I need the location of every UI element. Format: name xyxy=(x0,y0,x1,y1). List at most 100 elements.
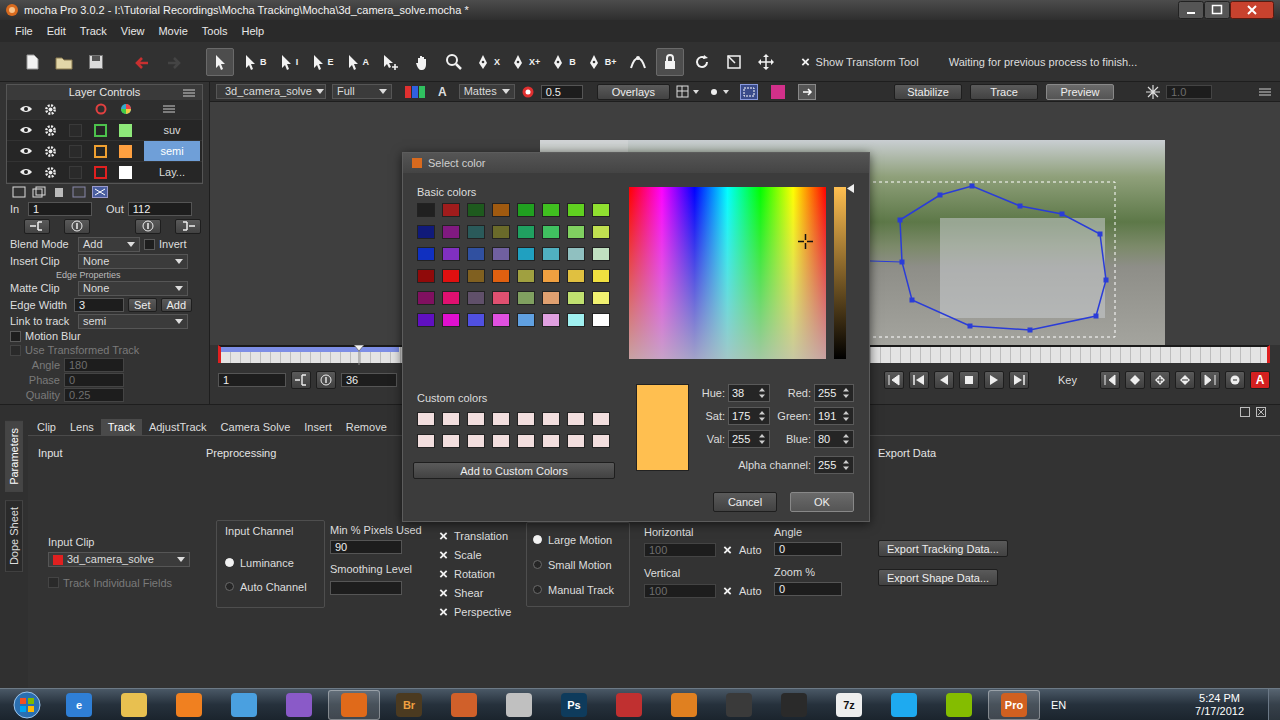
offset-field[interactable]: 0 xyxy=(774,542,842,556)
radio-button[interactable] xyxy=(225,558,234,567)
checkbox[interactable] xyxy=(438,549,449,560)
color-swatch[interactable] xyxy=(517,225,535,239)
color-swatch[interactable] xyxy=(492,291,510,305)
pen-tool[interactable]: B+ xyxy=(583,48,620,76)
layer-row[interactable]: Lay... xyxy=(7,162,202,183)
lock-box[interactable] xyxy=(69,166,82,179)
folder-tool[interactable] xyxy=(50,48,78,76)
color-swatch[interactable] xyxy=(542,291,560,305)
blur-field[interactable]: 0 xyxy=(64,373,124,387)
checkbox[interactable] xyxy=(10,345,21,356)
color-swatch[interactable] xyxy=(417,313,435,327)
show-desktop[interactable] xyxy=(1268,689,1280,720)
module-tab[interactable]: Camera Solve xyxy=(214,419,298,435)
link-track-dropdown[interactable]: semi xyxy=(78,314,188,329)
checkbox[interactable] xyxy=(48,577,59,588)
color-swatch[interactable] xyxy=(467,247,485,261)
in-field[interactable]: 1 xyxy=(28,202,92,216)
value-slider[interactable] xyxy=(834,187,846,359)
curve-tool[interactable] xyxy=(624,48,652,76)
blur-field[interactable]: 0.25 xyxy=(64,388,124,402)
checkbox[interactable] xyxy=(722,544,733,555)
color-swatch[interactable] xyxy=(442,291,460,305)
close-panel-icon[interactable] xyxy=(1256,407,1266,417)
export-button[interactable]: Export Tracking Data... xyxy=(878,540,1008,557)
menu-item[interactable]: Movie xyxy=(151,25,194,37)
taskbar-button[interactable] xyxy=(218,690,270,720)
spin-arrows-icon[interactable] xyxy=(759,434,767,444)
alpha-button[interactable]: A xyxy=(432,85,453,99)
spin-arrows-icon[interactable] xyxy=(843,460,851,470)
float-panel-icon[interactable] xyxy=(1240,407,1250,417)
checkbox[interactable] xyxy=(144,239,155,250)
color-swatch[interactable] xyxy=(467,313,485,327)
spin-arrows-icon[interactable] xyxy=(843,434,851,444)
resolution-dropdown[interactable]: Full xyxy=(332,84,392,99)
overlays-button[interactable]: Overlays xyxy=(597,84,670,100)
module-tab[interactable]: Clip xyxy=(30,419,63,435)
custom-swatch[interactable] xyxy=(467,434,485,448)
custom-swatch[interactable] xyxy=(492,412,510,426)
go-in-button[interactable] xyxy=(64,219,90,234)
color-swatch[interactable] xyxy=(492,313,510,327)
spin-box[interactable]: 191 xyxy=(814,407,854,425)
spin-box[interactable]: 255 xyxy=(814,384,854,402)
next-key-button[interactable] xyxy=(1200,371,1220,389)
eye-icon[interactable] xyxy=(19,124,33,136)
new-layer-icon[interactable] xyxy=(12,186,26,198)
checkbox[interactable] xyxy=(722,585,733,596)
taskbar-button[interactable] xyxy=(658,690,710,720)
color-swatch[interactable] xyxy=(592,291,610,305)
spin-box[interactable]: 255 xyxy=(814,456,854,474)
custom-swatch[interactable] xyxy=(517,412,535,426)
expand-icon[interactable] xyxy=(92,186,108,198)
radio-row[interactable]: Luminance xyxy=(225,555,318,570)
export-button[interactable]: Export Shape Data... xyxy=(878,569,998,586)
custom-swatch[interactable] xyxy=(567,412,585,426)
zoom-field[interactable]: 1.0 xyxy=(1166,85,1212,99)
go-in-button[interactable] xyxy=(316,371,336,389)
color-swatch[interactable] xyxy=(417,269,435,283)
matte-clip-dropdown[interactable]: None xyxy=(78,281,188,296)
save-tool[interactable] xyxy=(82,48,110,76)
move-tool[interactable] xyxy=(752,48,780,76)
set-button[interactable]: Set xyxy=(128,298,157,312)
color-swatch[interactable] xyxy=(592,203,610,217)
input-clip-dropdown[interactable]: 3d_camera_solve xyxy=(48,552,190,567)
arrow-tool[interactable]: E xyxy=(306,48,337,76)
menu-item[interactable]: File xyxy=(8,25,40,37)
eye-icon[interactable] xyxy=(19,145,33,157)
set-in-button[interactable] xyxy=(24,219,50,234)
track-start-button[interactable] xyxy=(884,371,904,389)
taskbar-button[interactable] xyxy=(878,690,930,720)
trace-button[interactable]: Trace xyxy=(970,84,1038,100)
menu-item[interactable]: Tools xyxy=(195,25,235,37)
zoom-tool[interactable] xyxy=(440,48,468,76)
gear-icon[interactable] xyxy=(44,166,57,179)
outline-color[interactable] xyxy=(94,145,107,158)
spin-box[interactable]: 255 xyxy=(728,430,770,448)
taskbar-button[interactable]: e xyxy=(53,690,105,720)
arrow-tool[interactable]: I xyxy=(274,48,302,76)
scale-tool[interactable] xyxy=(720,48,748,76)
add-key-button[interactable] xyxy=(1125,371,1145,389)
fill-color[interactable] xyxy=(119,124,132,137)
module-tab[interactable]: Lens xyxy=(63,419,101,435)
custom-swatch[interactable] xyxy=(517,434,535,448)
spin-arrows-icon[interactable] xyxy=(843,388,851,398)
color-swatch[interactable] xyxy=(492,269,510,283)
stabilize-button[interactable]: Stabilize xyxy=(894,84,962,100)
rgb-channels-icon[interactable] xyxy=(404,85,426,99)
value-marker-icon[interactable] xyxy=(847,183,854,192)
radio-row[interactable]: Small Motion xyxy=(533,552,623,577)
radio-button[interactable] xyxy=(533,535,542,544)
custom-swatch[interactable] xyxy=(417,434,435,448)
color-swatch[interactable] xyxy=(567,247,585,261)
eye-icon[interactable] xyxy=(19,166,33,178)
go-out-button[interactable] xyxy=(135,219,161,234)
minimize-icon[interactable] xyxy=(1178,1,1204,19)
color-swatch[interactable] xyxy=(517,313,535,327)
custom-swatch[interactable] xyxy=(592,434,610,448)
custom-swatch[interactable] xyxy=(467,412,485,426)
color-swatch[interactable] xyxy=(592,247,610,261)
